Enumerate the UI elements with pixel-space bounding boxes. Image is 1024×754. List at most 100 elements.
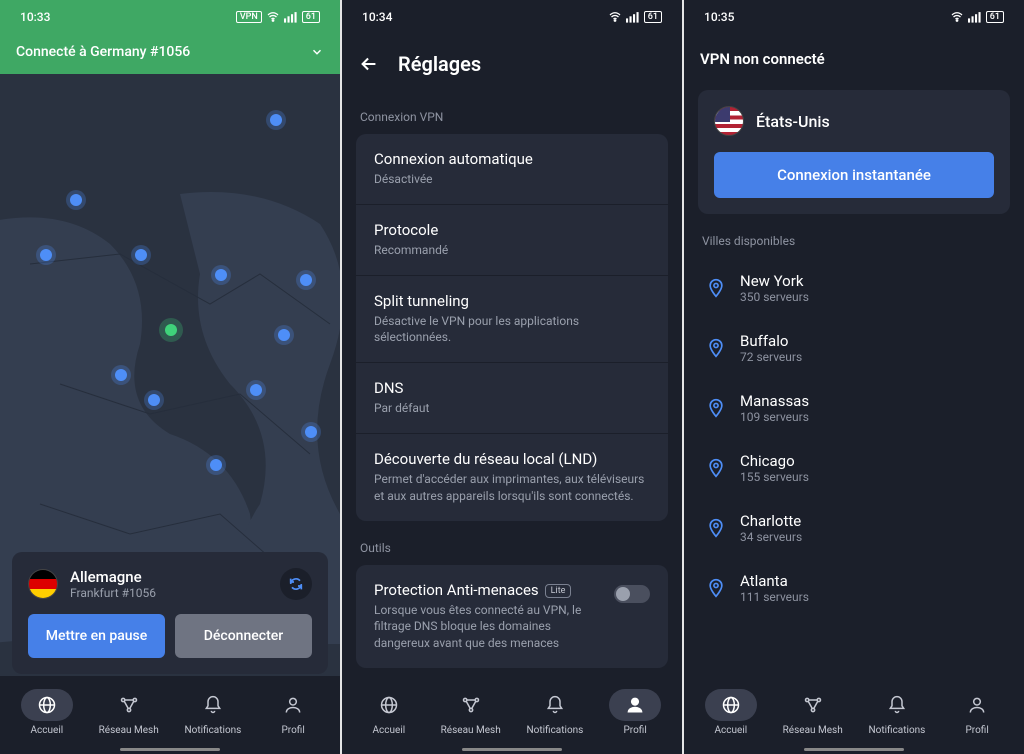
- pin-icon: [706, 518, 726, 538]
- phone-settings: 10:34 61 Réglages Connexion VPN Connexio…: [342, 0, 682, 754]
- battery-level: 61: [644, 11, 662, 23]
- globe-icon: [379, 695, 399, 715]
- map-node[interactable]: [278, 329, 290, 341]
- map-node[interactable]: [148, 394, 160, 406]
- status-bar: 10:34 61: [342, 0, 682, 34]
- bell-icon: [887, 695, 907, 715]
- city-item[interactable]: Manassas109 serveurs: [698, 378, 1010, 438]
- map-node[interactable]: [270, 114, 282, 126]
- bottom-nav: Accueil Réseau Mesh Notifications Profil: [342, 676, 682, 754]
- nav-label: Notifications: [184, 725, 241, 736]
- city-item[interactable]: Charlotte34 serveurs: [698, 498, 1010, 558]
- nav-mesh[interactable]: Réseau Mesh: [441, 689, 501, 736]
- setting-lnd[interactable]: Découverte du réseau local (LND) Permet …: [356, 433, 668, 521]
- city-item[interactable]: Atlanta111 serveurs: [698, 558, 1010, 618]
- nav-profile[interactable]: Profil: [951, 689, 1003, 736]
- status-bar: 10:35 61: [684, 0, 1024, 34]
- back-icon[interactable]: [358, 53, 380, 75]
- section-label-tools: Outils: [342, 521, 682, 565]
- status-icons: 61: [608, 11, 662, 23]
- map-node[interactable]: [115, 369, 127, 381]
- globe-icon: [37, 695, 57, 715]
- bell-icon: [203, 695, 223, 715]
- wifi-icon: [266, 11, 280, 23]
- country-name: États-Unis: [756, 112, 830, 131]
- section-label-cities: Villes disponibles: [684, 214, 1024, 258]
- section-label-vpn: Connexion VPN: [342, 90, 682, 134]
- chevron-down-icon: [310, 45, 324, 59]
- setting-dns[interactable]: DNS Par défaut: [356, 362, 668, 433]
- pin-icon: [706, 578, 726, 598]
- setting-autoconnect[interactable]: Connexion automatique Désactivée: [356, 134, 668, 204]
- nav-notifications[interactable]: Notifications: [184, 689, 241, 736]
- nav-label: Profil: [623, 725, 646, 736]
- nav-label: Réseau Mesh: [783, 725, 843, 736]
- nav-mesh[interactable]: Réseau Mesh: [99, 689, 159, 736]
- threat-title: Protection Anti-menacesLite: [374, 581, 602, 599]
- home-handle[interactable]: [462, 748, 562, 751]
- connected-server: Frankfurt #1056: [70, 586, 156, 600]
- refresh-button[interactable]: [280, 568, 312, 600]
- city-item[interactable]: New York350 serveurs: [698, 258, 1010, 318]
- connected-country: Allemagne: [70, 568, 156, 586]
- map-node[interactable]: [210, 459, 222, 471]
- refresh-icon: [288, 576, 304, 592]
- globe-icon: [721, 695, 741, 715]
- pin-icon: [706, 398, 726, 418]
- lite-badge: Lite: [545, 584, 572, 598]
- connection-card: Allemagne Frankfurt #1056 Mettre en paus…: [12, 552, 328, 674]
- map-node[interactable]: [40, 249, 52, 261]
- city-list: New York350 serveurs Buffalo72 serveurs …: [684, 258, 1024, 618]
- vpn-status-header: VPN non connecté: [684, 34, 1024, 76]
- nav-mesh[interactable]: Réseau Mesh: [783, 689, 843, 736]
- pin-icon: [706, 458, 726, 478]
- nav-profile[interactable]: Profil: [609, 689, 661, 736]
- setting-protocol[interactable]: Protocole Recommandé: [356, 204, 668, 275]
- wifi-icon: [950, 11, 964, 23]
- vpn-badge: VPN: [236, 11, 262, 23]
- nav-home[interactable]: Accueil: [21, 689, 73, 736]
- nav-home[interactable]: Accueil: [705, 689, 757, 736]
- connection-header[interactable]: Connecté à Germany #1056: [0, 34, 340, 74]
- map-node[interactable]: [70, 194, 82, 206]
- status-icons: VPN 61: [236, 11, 320, 23]
- map-node[interactable]: [300, 274, 312, 286]
- mesh-icon: [119, 695, 139, 715]
- home-handle[interactable]: [804, 748, 904, 751]
- profile-icon: [625, 695, 645, 715]
- country-card: États-Unis Connexion instantanée: [698, 90, 1010, 214]
- phone-country: 10:35 61 VPN non connecté États-Unis Con…: [684, 0, 1024, 754]
- nav-label: Profil: [281, 725, 304, 736]
- city-item[interactable]: Chicago155 serveurs: [698, 438, 1010, 498]
- nav-label: Profil: [965, 725, 988, 736]
- vpn-status-text: VPN non connecté: [700, 50, 825, 68]
- nav-label: Accueil: [715, 725, 748, 736]
- settings-header: Réglages: [342, 34, 682, 90]
- flag-usa-icon: [714, 106, 744, 136]
- map-node[interactable]: [305, 426, 317, 438]
- setting-threat-protection[interactable]: Protection Anti-menacesLite Lorsque vous…: [356, 565, 668, 668]
- map-node[interactable]: [250, 384, 262, 396]
- city-item[interactable]: Buffalo72 serveurs: [698, 318, 1010, 378]
- quick-connect-button[interactable]: Connexion instantanée: [714, 152, 994, 198]
- map-node[interactable]: [215, 269, 227, 281]
- bell-icon: [545, 695, 565, 715]
- pause-button[interactable]: Mettre en pause: [28, 614, 165, 658]
- pin-icon: [706, 278, 726, 298]
- nav-notifications[interactable]: Notifications: [868, 689, 925, 736]
- status-time: 10:33: [20, 10, 50, 24]
- threat-toggle[interactable]: [614, 585, 650, 603]
- nav-label: Réseau Mesh: [441, 725, 501, 736]
- map-node[interactable]: [135, 249, 147, 261]
- nav-label: Notifications: [868, 725, 925, 736]
- home-handle[interactable]: [120, 748, 220, 751]
- nav-notifications[interactable]: Notifications: [526, 689, 583, 736]
- nav-label: Accueil: [373, 725, 406, 736]
- nav-home[interactable]: Accueil: [363, 689, 415, 736]
- nav-label: Réseau Mesh: [99, 725, 159, 736]
- settings-title: Réglages: [398, 52, 481, 76]
- map-node-connected[interactable]: [165, 324, 177, 336]
- nav-profile[interactable]: Profil: [267, 689, 319, 736]
- setting-split-tunneling[interactable]: Split tunneling Désactive le VPN pour le…: [356, 275, 668, 363]
- disconnect-button[interactable]: Déconnecter: [175, 614, 312, 658]
